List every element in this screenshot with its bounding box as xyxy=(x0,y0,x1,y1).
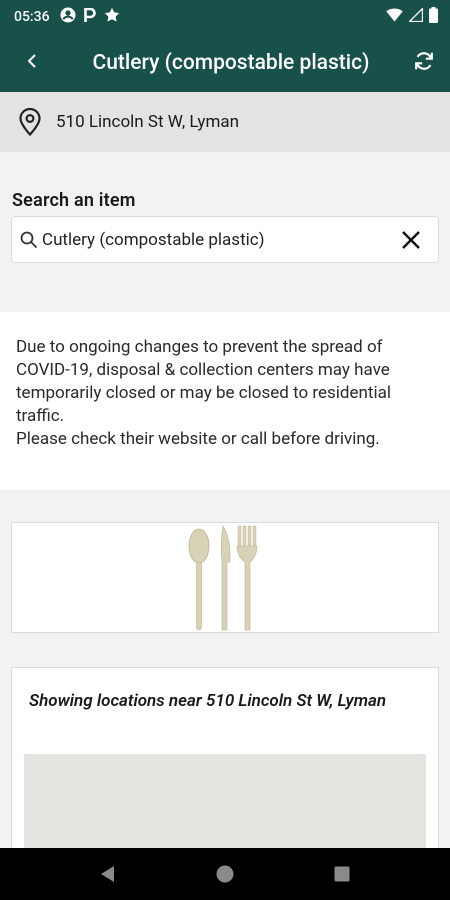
refresh-icon xyxy=(413,50,435,76)
account-circle-icon xyxy=(60,7,76,27)
covid-notice: Due to ongoing changes to prevent the sp… xyxy=(0,312,450,490)
battery-icon xyxy=(429,7,438,27)
app-bar: Cutlery (compostable plastic) xyxy=(0,34,450,92)
notice-text-secondary: Please check their website or call befor… xyxy=(16,429,380,449)
star-icon xyxy=(104,7,120,27)
close-icon xyxy=(402,230,420,249)
signal-icon xyxy=(407,6,424,26)
chevron-left-icon xyxy=(26,53,38,73)
back-triangle-icon xyxy=(101,866,115,882)
locations-heading: Showing locations near 510 Lincoln St W,… xyxy=(29,691,387,711)
search-section: Search an item xyxy=(0,152,450,312)
status-time: 05:36 xyxy=(14,9,50,25)
status-icons-right xyxy=(386,6,438,27)
nav-home-button[interactable] xyxy=(205,854,245,894)
search-box[interactable] xyxy=(11,216,439,263)
status-icons-left xyxy=(60,7,120,27)
wifi-icon xyxy=(386,8,403,26)
refresh-button[interactable] xyxy=(398,34,450,92)
nav-back-button[interactable] xyxy=(88,854,128,894)
item-image-card xyxy=(11,522,439,633)
address-bar[interactable]: 510 Lincoln St W, Lyman xyxy=(0,92,450,152)
locations-card: Showing locations near 510 Lincoln St W,… xyxy=(11,667,439,867)
home-circle-icon xyxy=(216,865,234,883)
search-input[interactable] xyxy=(42,229,384,250)
page-title: Cutlery (compostable plastic) xyxy=(92,51,370,75)
system-nav-bar xyxy=(0,848,450,900)
nav-recents-button[interactable] xyxy=(322,854,362,894)
location-pin-icon xyxy=(18,107,44,137)
search-label: Search an item xyxy=(12,190,136,211)
clear-search-button[interactable] xyxy=(384,217,438,263)
recents-square-icon xyxy=(334,866,350,882)
search-icon xyxy=(18,229,40,251)
status-bar: 05:36 xyxy=(0,0,450,34)
cutlery-image xyxy=(188,524,258,630)
notice-text: Due to ongoing changes to prevent the sp… xyxy=(16,337,391,426)
parking-icon xyxy=(83,7,96,27)
address-text: 510 Lincoln St W, Lyman xyxy=(56,112,240,132)
back-button[interactable] xyxy=(0,34,64,92)
